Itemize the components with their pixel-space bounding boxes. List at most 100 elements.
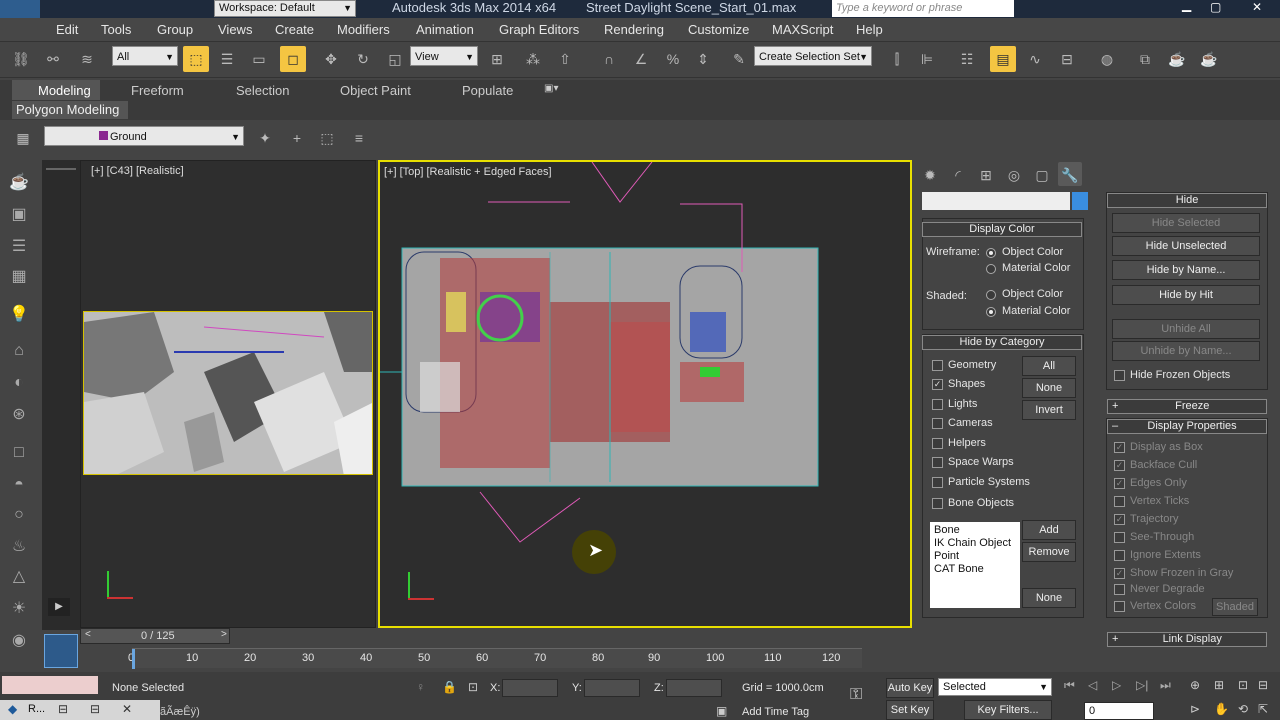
time-cursor[interactable] [132, 649, 135, 669]
table-icon[interactable]: ▦ [7, 266, 31, 288]
tab-freeform[interactable]: Freeform [131, 83, 184, 98]
link-display-rollout[interactable]: + Link Display [1107, 632, 1267, 647]
camera-icon[interactable]: ⌂ [7, 342, 31, 364]
particle-systems-checkbox[interactable] [932, 477, 943, 488]
rect-region-icon[interactable]: ▭ [246, 46, 272, 72]
see-through-checkbox[interactable] [1114, 532, 1125, 543]
menu-rendering[interactable]: Rendering [604, 22, 664, 37]
mini-listener-icon[interactable] [44, 634, 78, 668]
wireframe-material-color-radio[interactable] [986, 264, 996, 274]
menu-customize[interactable]: Customize [688, 22, 749, 37]
modify-tab-icon[interactable]: ◜ [946, 162, 970, 186]
taskbar-app-icon[interactable]: ◆ [8, 702, 17, 716]
link-icon[interactable]: ⛓ [8, 46, 34, 72]
box-icon[interactable]: □ [7, 444, 31, 466]
show-frozen-gray-checkbox[interactable]: ✓ [1114, 568, 1125, 579]
angle-snap-icon[interactable]: ∠ [628, 46, 654, 72]
taskbar-window-icon[interactable]: ⊟ [58, 702, 68, 716]
never-degrade-checkbox[interactable] [1114, 584, 1125, 595]
hierarchy-tab-icon[interactable]: ⊞ [974, 162, 998, 186]
invert-button[interactable]: Invert [1022, 400, 1076, 420]
film-icon[interactable]: ⊛ [7, 404, 31, 426]
none-list-button[interactable]: None [1022, 588, 1076, 608]
zoom-extents-icon[interactable]: ⊡ [1238, 678, 1248, 692]
utilities-tab-icon[interactable]: 🔧 [1058, 162, 1082, 186]
curve-editor-icon[interactable]: ∿ [1022, 46, 1048, 72]
maxscript-listener[interactable] [2, 676, 98, 694]
wireframe-object-color-radio[interactable] [986, 248, 996, 258]
add-time-tag[interactable]: Add Time Tag [742, 706, 809, 718]
hide-by-name-button[interactable]: Hide by Name... [1112, 260, 1260, 280]
display-tab-icon[interactable]: ▢ [1030, 162, 1054, 186]
shapes-checkbox[interactable]: ✓ [932, 379, 943, 390]
render-icon[interactable]: ◐ [7, 374, 31, 396]
shaded-object-color-radio[interactable] [986, 290, 996, 300]
time-slider[interactable]: < 0 / 125 > [80, 628, 230, 644]
teapot-icon[interactable]: ☕ [7, 172, 31, 194]
viewport-camera[interactable]: [+] [C43] [Realistic] [80, 160, 376, 628]
unhide-by-name-button[interactable]: Unhide by Name... [1112, 341, 1260, 361]
isolate-icon[interactable]: ♀ [416, 680, 425, 694]
display-color-rollout[interactable]: Display Color [922, 222, 1082, 237]
edges-only-checkbox[interactable]: ✓ [1114, 478, 1125, 489]
list-item[interactable]: Point [934, 550, 1016, 563]
prev-key-icon[interactable]: ◁ [1088, 678, 1097, 692]
minimize-icon[interactable]: ▁ [1182, 0, 1191, 12]
schematic-view-icon[interactable]: ⊟ [1054, 46, 1080, 72]
hide-by-hit-button[interactable]: Hide by Hit [1112, 285, 1260, 305]
maximize-icon[interactable]: ▢ [1210, 0, 1221, 14]
add-button[interactable]: Add [1022, 520, 1076, 540]
pivot-icon[interactable]: ⊞ [484, 46, 510, 72]
rotate-icon[interactable]: ↻ [350, 46, 376, 72]
list-item[interactable]: IK Chain Object [934, 537, 1016, 550]
hide-unselected-button[interactable]: Hide Unselected [1112, 236, 1260, 256]
close-icon[interactable]: ✕ [1252, 0, 1262, 14]
menu-maxscript[interactable]: MAXScript [772, 22, 833, 37]
app-logo-icon[interactable] [0, 0, 40, 18]
z-coord-input[interactable] [666, 679, 722, 697]
key-set-dropdown[interactable]: Selected ▼ [938, 678, 1052, 696]
x-coord-input[interactable] [502, 679, 558, 697]
play-animation-icon[interactable]: ▷ [1112, 678, 1121, 692]
next-frame-icon[interactable]: > [221, 629, 227, 640]
menu-group[interactable]: Group [157, 22, 193, 37]
auto-key-button[interactable]: Auto Key [886, 678, 934, 698]
fov-icon[interactable]: ⊳ [1190, 702, 1200, 716]
keyboard-shortcut-icon[interactable]: ⇧ [552, 46, 578, 72]
time-ruler[interactable]: 0 10 20 30 40 50 60 70 80 90 100 110 120 [128, 648, 862, 669]
cameras-checkbox[interactable] [932, 418, 943, 429]
trajectory-checkbox[interactable]: ✓ [1114, 514, 1125, 525]
cone-icon[interactable]: △ [7, 566, 31, 588]
object-name-input[interactable] [922, 192, 1070, 210]
scale-icon[interactable]: ◱ [382, 46, 408, 72]
unhide-all-button[interactable]: Unhide All [1112, 319, 1260, 339]
tab-selection[interactable]: Selection [236, 83, 289, 98]
transform-mode-icon[interactable]: ⊡ [468, 680, 478, 694]
next-key-icon[interactable]: ▷| [1136, 678, 1148, 692]
list-icon[interactable]: ☰ [7, 236, 31, 258]
viewport-camera-label[interactable]: [+] [C43] [Realistic] [91, 165, 184, 177]
lights-checkbox[interactable] [932, 399, 943, 410]
display-properties-rollout[interactable]: – Display Properties [1107, 419, 1267, 434]
zoom-all-icon[interactable]: ⊞ [1214, 678, 1224, 692]
unlink-icon[interactable]: ⚯ [40, 46, 66, 72]
hide-rollout[interactable]: Hide [1107, 193, 1267, 208]
bone-objects-checkbox[interactable] [932, 498, 943, 509]
time-tag-icon[interactable]: ▣ [716, 704, 727, 718]
menu-create[interactable]: Create [275, 22, 314, 37]
motion-tab-icon[interactable]: ◎ [1002, 162, 1026, 186]
select-by-name-icon[interactable]: ☰ [214, 46, 240, 72]
select-manipulate-icon[interactable]: ⁂ [520, 46, 546, 72]
shaded-button[interactable]: Shaded [1212, 598, 1258, 616]
tab-modeling[interactable]: Modeling [38, 83, 91, 98]
layer-manager-icon[interactable]: ☷ [954, 46, 980, 72]
none-button[interactable]: None [1022, 378, 1076, 398]
select-in-layer-icon[interactable]: ⬚ [314, 125, 340, 151]
hide-frozen-checkbox[interactable] [1114, 370, 1125, 381]
backface-cull-checkbox[interactable]: ✓ [1114, 460, 1125, 471]
ribbon-options-icon[interactable]: ▣▾ [544, 83, 558, 94]
align-icon[interactable]: ⊫ [914, 46, 940, 72]
taskbar-close-icon[interactable]: ✕ [122, 702, 132, 716]
category-listbox[interactable]: Bone IK Chain Object Point CAT Bone [930, 522, 1020, 608]
shaded-material-color-radio[interactable] [986, 307, 996, 317]
